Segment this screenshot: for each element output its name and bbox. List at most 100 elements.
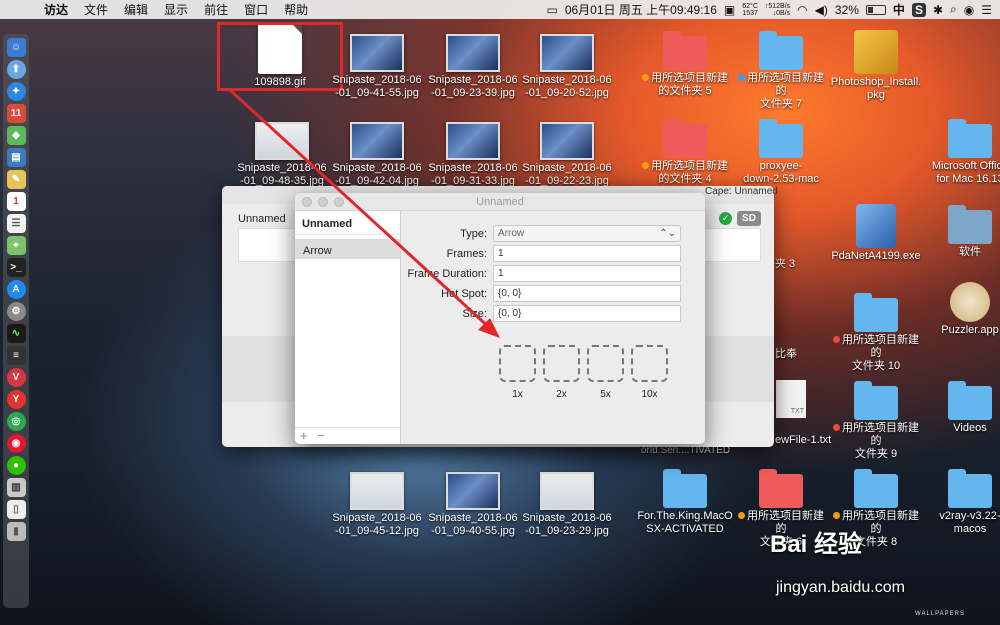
desktop-file[interactable]: Snipaste_2018-06 -01_09-42-04.jpg (329, 122, 425, 188)
desktop-file[interactable]: Photoshop_Install. pkg (828, 30, 924, 102)
network-speed[interactable]: ↑512B/s ↓0B/s (765, 3, 790, 17)
desktop-file[interactable]: Snipaste_2018-06 -01_09-45-12.jpg (329, 472, 425, 538)
wechat-icon[interactable]: ● (6, 456, 26, 475)
desktop-file[interactable]: Snipaste_2018-06 -01_09-23-39.jpg (425, 34, 521, 100)
android-icon[interactable]: ◆ (6, 126, 26, 145)
desktop-folder[interactable]: 用所选项目新建 的文件夹 4 (637, 119, 733, 186)
notes-icon[interactable]: ✎ (6, 170, 26, 189)
window-icon[interactable]: ▣ (724, 3, 735, 17)
scale-2x[interactable]: 2x (543, 345, 580, 400)
sidebar-item-arrow[interactable]: Arrow (295, 239, 400, 259)
desktop-folder[interactable]: Microsoft Office for Mac 16.13 (922, 119, 1000, 186)
yandex-icon[interactable]: Y (6, 390, 26, 409)
cursor-sidebar: Unnamed Arrow + − (295, 211, 401, 444)
user-icon[interactable]: S (911, 2, 926, 17)
file-label: Snipaste_2018-06 -01_09-40-55.jpg (428, 512, 518, 537)
folder-icon (663, 469, 707, 508)
wifi-icon[interactable]: ◠ (797, 3, 807, 17)
desktop-folder[interactable]: 用所选项目新建的 文件夹 7 (733, 31, 829, 111)
desktop-file[interactable]: Snipaste_2018-06 -01_09-22-23.jpg (519, 122, 615, 188)
desktop-folder[interactable]: 用所选项目新建的 文件夹 10 (828, 293, 924, 373)
file-label: Snipaste_2018-06 -01_09-45-12.jpg (332, 512, 422, 537)
scale-10x[interactable]: 10x (631, 345, 668, 400)
preview-icon[interactable]: ▤ (6, 148, 26, 167)
txt-file-icon[interactable]: TXT (776, 380, 806, 418)
volume-icon[interactable]: ◀) (815, 3, 828, 17)
finder-icon[interactable]: ☺ (6, 38, 26, 57)
trash-icon[interactable]: ▮ (6, 522, 26, 541)
reminders-icon[interactable]: ☰ (6, 214, 26, 233)
input-method[interactable]: 中 (893, 1, 905, 18)
tag-dot (833, 424, 840, 431)
settings-icon[interactable]: ⚙ (6, 302, 26, 321)
add-button[interactable]: + (300, 428, 308, 443)
calendar2-icon[interactable]: 1 (6, 192, 26, 211)
desktop-file[interactable]: Snipaste_2018-06 -01_09-48-35.jpg (234, 122, 330, 188)
terminal-icon[interactable]: >_ (6, 258, 26, 277)
menu-file[interactable]: 文件 (76, 1, 116, 18)
menu-finder[interactable]: 访达 (36, 1, 76, 18)
battery-icon[interactable] (865, 4, 886, 15)
notification-center-icon[interactable]: ☰ (981, 3, 992, 17)
desktop-folder[interactable]: 用所选项目新建的 文件夹 9 (828, 381, 924, 461)
bluetooth-icon[interactable]: ✱ (933, 3, 943, 17)
scale-1x[interactable]: 1x (499, 345, 536, 400)
type-select[interactable]: Arrow ⌃⌄ (493, 225, 681, 242)
thumbnail (350, 472, 404, 510)
hotspot-input[interactable]: {0, 0} (493, 285, 681, 302)
display-icon[interactable]: ▭ (546, 3, 557, 17)
remove-button[interactable]: − (317, 428, 325, 443)
image-well[interactable] (499, 345, 536, 382)
desktop-file[interactable]: Snipaste_2018-06 -01_09-40-55.jpg (425, 472, 521, 538)
desktop-file[interactable]: Snipaste_2018-06 -01_09-23-29.jpg (519, 472, 615, 538)
sd-badge[interactable]: SD (737, 211, 761, 226)
window-titlebar[interactable]: Unnamed (295, 193, 705, 211)
temp-readout[interactable]: 62°C 1537 (742, 3, 758, 17)
menu-help[interactable]: 帮助 (276, 1, 316, 18)
desktop-file[interactable]: PdaNetA4199.exe (828, 204, 924, 263)
chrome-icon[interactable]: ◎ (6, 412, 26, 431)
desktop-folder[interactable]: 软件 (922, 205, 1000, 259)
image-well[interactable] (587, 345, 624, 382)
cape-editor-window[interactable]: Unnamed Unnamed Arrow + − Type: Arrow ⌃⌄ … (295, 193, 705, 444)
duration-input[interactable]: 1 (493, 265, 681, 282)
launchpad-icon[interactable]: ⬆ (6, 60, 26, 79)
desktop-folder[interactable]: 用所选项目新建 的文件夹 5 (637, 31, 733, 98)
weibo-icon[interactable]: ◉ (6, 434, 26, 453)
desktop-app[interactable]: Puzzler.app (922, 282, 1000, 337)
scanner-icon[interactable]: ▥ (6, 478, 26, 497)
duration-row: Frame Duration: 1 (401, 265, 681, 282)
desktop-folder[interactable]: proxyee- down-2.53-mac (733, 119, 829, 186)
scale-5x[interactable]: 5x (587, 345, 624, 400)
desktop-file[interactable]: Snipaste_2018-06 -01_09-31-33.jpg (425, 122, 521, 188)
menu-edit[interactable]: 编辑 (116, 1, 156, 18)
desktop-folder[interactable]: v2ray-v3.22- macos (922, 469, 1000, 536)
activity-icon[interactable]: ∿ (6, 324, 26, 343)
safari-icon[interactable]: ✦ (6, 82, 26, 101)
menu-view[interactable]: 显示 (156, 1, 196, 18)
vivaldi-icon[interactable]: V (6, 368, 26, 387)
files-icon[interactable]: ▯ (6, 500, 26, 519)
desktop-folder[interactable]: For.The.King.MacO SX-ACTiVATED (637, 469, 733, 536)
spotlight-icon[interactable]: ⌕ (950, 2, 957, 17)
menu-go[interactable]: 前往 (196, 1, 236, 18)
type-label: Type: (460, 227, 487, 240)
menubar-clock[interactable]: 06月01日 周五 上午09:49:16 (565, 1, 717, 18)
frames-input[interactable]: 1 (493, 245, 681, 262)
folder-label: 用所选项目新建 的文件夹 4 (637, 160, 733, 186)
battery-percent[interactable]: 32% (835, 3, 859, 17)
menu-window[interactable]: 窗口 (236, 1, 276, 18)
console-icon[interactable]: ≡ (6, 346, 26, 365)
size-input[interactable]: {0, 0} (493, 305, 681, 322)
desktop-file[interactable]: Snipaste_2018-06 -01_09-41-55.jpg (329, 34, 425, 100)
desktop-folder[interactable]: Videos (922, 381, 1000, 435)
image-well[interactable] (543, 345, 580, 382)
image-well[interactable] (631, 345, 668, 382)
siri-icon[interactable]: ◉ (964, 3, 974, 17)
calendar-icon[interactable]: 11 (6, 104, 26, 123)
appstore-icon[interactable]: A (6, 280, 26, 299)
maps-icon[interactable]: ⌖ (6, 236, 26, 255)
tag-dot (642, 74, 649, 81)
hotspot-row: Hot Spot: {0, 0} (401, 285, 681, 302)
desktop-file[interactable]: Snipaste_2018-06 -01_09-20-52.jpg (519, 34, 615, 100)
